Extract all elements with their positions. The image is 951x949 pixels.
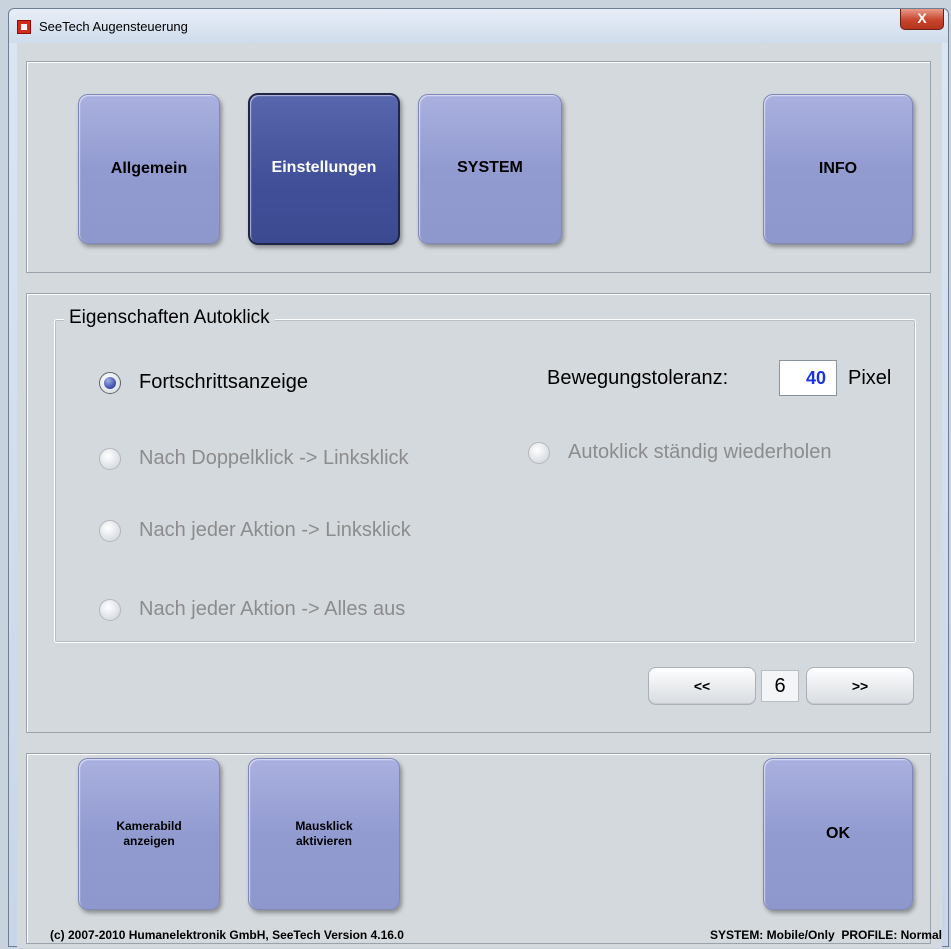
ok-button[interactable]: OK xyxy=(763,758,913,910)
tolerance-label: Bewegungstoleranz: xyxy=(547,367,729,389)
app-logo-icon xyxy=(17,20,31,34)
radio-label: Nach Doppelklick -> Linksklick xyxy=(139,447,409,469)
kamerabild-anzeigen-label: Kamerabild anzeigen xyxy=(116,819,182,848)
mausklick-aktivieren-label: Mausklick aktivieren xyxy=(295,819,353,848)
prev-page-label: << xyxy=(693,678,711,694)
radio-label: Fortschrittsanzeige xyxy=(139,371,308,393)
title-bar[interactable]: SeeTech Augensteuerung X xyxy=(9,9,948,43)
tab-allgemein-label: Allgemein xyxy=(110,160,188,177)
radio-unselected-icon xyxy=(99,519,121,542)
status-text: SYSTEM: Mobile/Only PROFILE: Normal xyxy=(709,928,942,942)
page-number: 6 xyxy=(761,670,799,702)
autoklick-group-title: Eigenschaften Autoklick xyxy=(64,307,275,329)
radio-unselected-icon xyxy=(99,447,121,470)
copyright-text: (c) 2007-2010 Humanelektronik GmbH, SeeT… xyxy=(50,928,404,942)
window-title: SeeTech Augensteuerung xyxy=(39,19,188,34)
tolerance-unit: Pixel xyxy=(848,367,892,389)
radio-nach-jeder-aktion-alles-aus[interactable]: Nach jeder Aktion -> Alles aus xyxy=(99,598,405,621)
tab-einstellungen-label: Einstellungen xyxy=(271,159,377,176)
radio-nach-doppelklick-linksklick[interactable]: Nach Doppelklick -> Linksklick xyxy=(99,447,409,470)
tab-einstellungen[interactable]: Einstellungen xyxy=(248,93,400,245)
radio-autoklick-staendig-wiederholen[interactable]: Autoklick ständig wiederholen xyxy=(528,441,832,464)
radio-label: Nach jeder Aktion -> Linksklick xyxy=(139,519,411,541)
radio-unselected-icon xyxy=(99,598,121,621)
radio-unselected-icon xyxy=(528,441,550,464)
radio-nach-jeder-aktion-linksklick[interactable]: Nach jeder Aktion -> Linksklick xyxy=(99,519,411,542)
tolerance-input[interactable]: 40 xyxy=(779,360,837,396)
radio-label: Autoklick ständig wiederholen xyxy=(568,441,832,463)
ok-label: OK xyxy=(826,825,850,842)
radio-fortschrittsanzeige[interactable]: Fortschrittsanzeige xyxy=(99,371,308,394)
tab-info[interactable]: INFO xyxy=(763,94,913,244)
tab-allgemein[interactable]: Allgemein xyxy=(78,94,220,244)
radio-label: Nach jeder Aktion -> Alles aus xyxy=(139,598,406,620)
tab-system[interactable]: SYSTEM xyxy=(418,94,562,244)
kamerabild-anzeigen-button[interactable]: Kamerabild anzeigen xyxy=(78,758,220,910)
next-page-button[interactable]: >> xyxy=(806,667,914,705)
next-page-label: >> xyxy=(851,678,869,694)
mausklick-aktivieren-button[interactable]: Mausklick aktivieren xyxy=(248,758,400,910)
tab-system-label: SYSTEM xyxy=(457,159,523,176)
tab-info-label: INFO xyxy=(818,160,858,177)
close-button[interactable]: X xyxy=(900,9,944,30)
prev-page-button[interactable]: << xyxy=(648,667,756,705)
radio-selected-icon xyxy=(99,371,121,394)
